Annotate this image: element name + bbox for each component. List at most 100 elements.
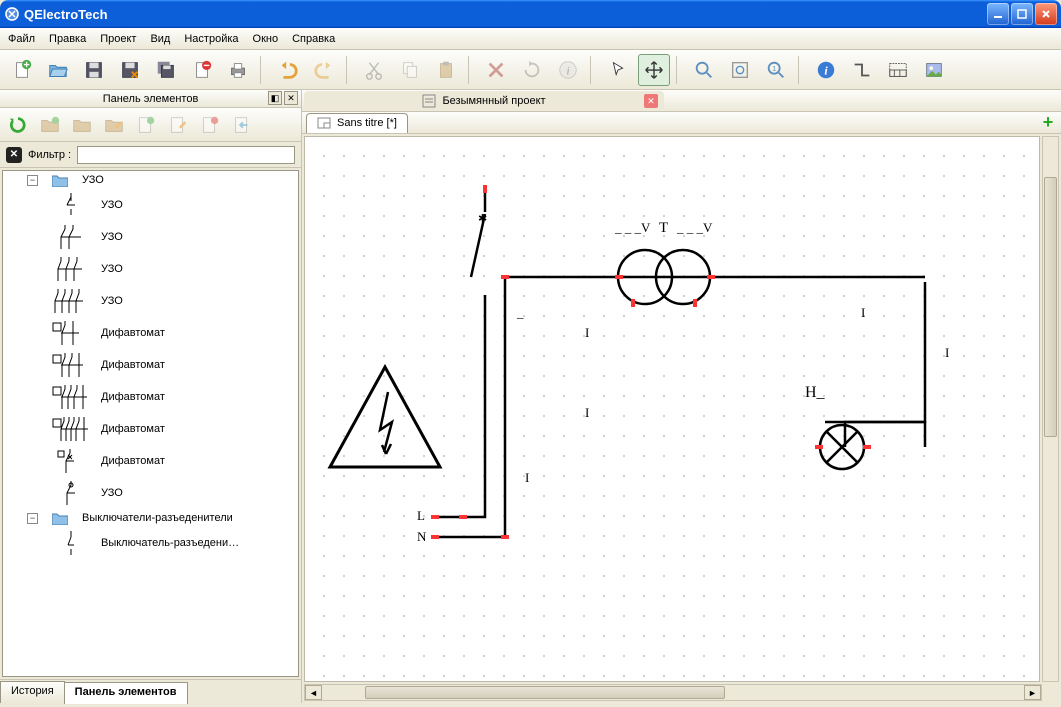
filter-label: Фильтр : [28,149,71,161]
app-icon [4,6,20,22]
panel-open-folder-button[interactable] [68,111,96,139]
drawing-canvas[interactable]: _ _ _V T _ _ _V I I I _ I I H_ L N ✱ [304,136,1040,682]
delete-button[interactable] [480,54,512,86]
menubar: Файл Правка Проект Вид Настройка Окно Сп… [0,28,1061,50]
svg-text:I: I [945,345,949,360]
maximize-button[interactable] [1011,3,1033,25]
element-icon [51,415,91,443]
collapse-icon[interactable]: − [27,175,38,186]
panel-refresh-button[interactable] [4,111,32,139]
filter-input[interactable] [77,146,295,164]
panel-title: Панель элементов [103,93,199,105]
paste-button[interactable] [430,54,462,86]
svg-text:L: L [417,508,425,523]
svg-text:i: i [566,63,569,77]
horizontal-scrollbar[interactable]: ◄ ► [304,684,1042,701]
info-button[interactable]: i [552,54,584,86]
panel-import-button[interactable] [228,111,256,139]
project-close-button[interactable]: ✕ [644,94,658,108]
panel-edit-element-button[interactable] [164,111,192,139]
scroll-right-button[interactable]: ► [1024,685,1041,700]
element-icon [51,479,91,507]
collapse-icon[interactable]: − [27,513,38,524]
menu-window[interactable]: Окно [253,33,279,45]
panel-header: Панель элементов ◧ ✕ [0,90,301,108]
wire-tool-button[interactable] [846,54,878,86]
svg-text:1: 1 [772,63,776,72]
tree-item[interactable]: УЗО [3,477,298,509]
title-block-button[interactable] [882,54,914,86]
tree-item[interactable]: Дифавтомат [3,381,298,413]
project-icon [422,94,436,108]
window-title: QElectroTech [24,7,108,22]
scrollbar-thumb[interactable] [1044,177,1057,437]
menu-settings[interactable]: Настройка [184,33,238,45]
tree-item[interactable]: УЗО [3,253,298,285]
project-tab[interactable]: Безымянный проект ✕ [304,91,664,111]
tab-history[interactable]: История [0,681,65,703]
print-button[interactable] [222,54,254,86]
schematic: _ _ _V T _ _ _V I I I _ I I H_ L N ✱ [305,137,1040,677]
redo-button[interactable] [308,54,340,86]
vertical-scrollbar[interactable] [1042,136,1059,682]
svg-text:I: I [525,470,529,485]
element-icon [51,383,91,411]
panel-delete-element-button[interactable] [196,111,224,139]
save-as-button[interactable] [114,54,146,86]
element-icon [51,191,91,219]
project-info-button[interactable]: i [810,54,842,86]
minimize-button[interactable] [987,3,1009,25]
cut-button[interactable] [358,54,390,86]
menu-project[interactable]: Проект [100,33,136,45]
elements-tree[interactable]: − УЗО УЗО УЗО УЗО УЗО Дифавтомат Дифавто… [2,170,299,677]
tree-item[interactable]: Дифавтомат [3,413,298,445]
folder-label: УЗО [82,174,104,186]
open-button[interactable] [42,54,74,86]
tree-folder[interactable]: − Выключатели-разъеденители [3,509,298,527]
tree-item[interactable]: УЗО [3,285,298,317]
panel-new-element-button[interactable] [132,111,160,139]
rotate-button[interactable] [516,54,548,86]
menu-file[interactable]: Файл [8,33,35,45]
undo-button[interactable] [272,54,304,86]
panel-undock-button[interactable]: ◧ [268,91,282,105]
zoom-reset-button[interactable]: 1 [760,54,792,86]
filter-row: ✕ Фильтр : [0,142,301,168]
close-button[interactable] [1035,3,1057,25]
tree-item[interactable]: Выключатель-разъедени… [3,527,298,559]
main-toolbar: i 1 i [0,50,1061,90]
scrollbar-thumb[interactable] [365,686,725,699]
copy-button[interactable] [394,54,426,86]
element-icon [51,255,91,283]
save-button[interactable] [78,54,110,86]
tab-elements[interactable]: Панель элементов [64,682,188,704]
panel-close-button[interactable]: ✕ [284,91,298,105]
tree-folder[interactable]: − УЗО [3,171,298,189]
zoom-fit-button[interactable] [724,54,756,86]
tree-item[interactable]: Дифавтомат [3,349,298,381]
pointer-tool[interactable] [602,54,634,86]
new-button[interactable] [6,54,38,86]
zoom-button[interactable] [688,54,720,86]
tree-item[interactable]: Дифавтомат [3,317,298,349]
close-project-button[interactable] [186,54,218,86]
clear-filter-button[interactable]: ✕ [6,147,22,163]
tree-item[interactable]: УЗО [3,221,298,253]
tree-item[interactable]: УЗО [3,189,298,221]
svg-text:N: N [417,529,427,544]
sheet-tab[interactable]: Sans titre [*] [306,113,408,133]
elements-panel: Панель элементов ◧ ✕ ✕ Фильтр : − [0,90,302,703]
move-tool[interactable] [638,54,670,86]
tree-item[interactable]: Дифавтомат [3,445,298,477]
menu-help[interactable]: Справка [292,33,335,45]
image-button[interactable] [918,54,950,86]
panel-new-folder-button[interactable] [36,111,64,139]
save-all-button[interactable] [150,54,182,86]
element-icon [51,319,91,347]
menu-edit[interactable]: Правка [49,33,86,45]
scroll-left-button[interactable]: ◄ [305,685,322,700]
panel-edit-folder-button[interactable] [100,111,128,139]
menu-view[interactable]: Вид [150,33,170,45]
svg-text:✱: ✱ [478,213,487,225]
add-sheet-button[interactable]: + [1039,114,1057,132]
